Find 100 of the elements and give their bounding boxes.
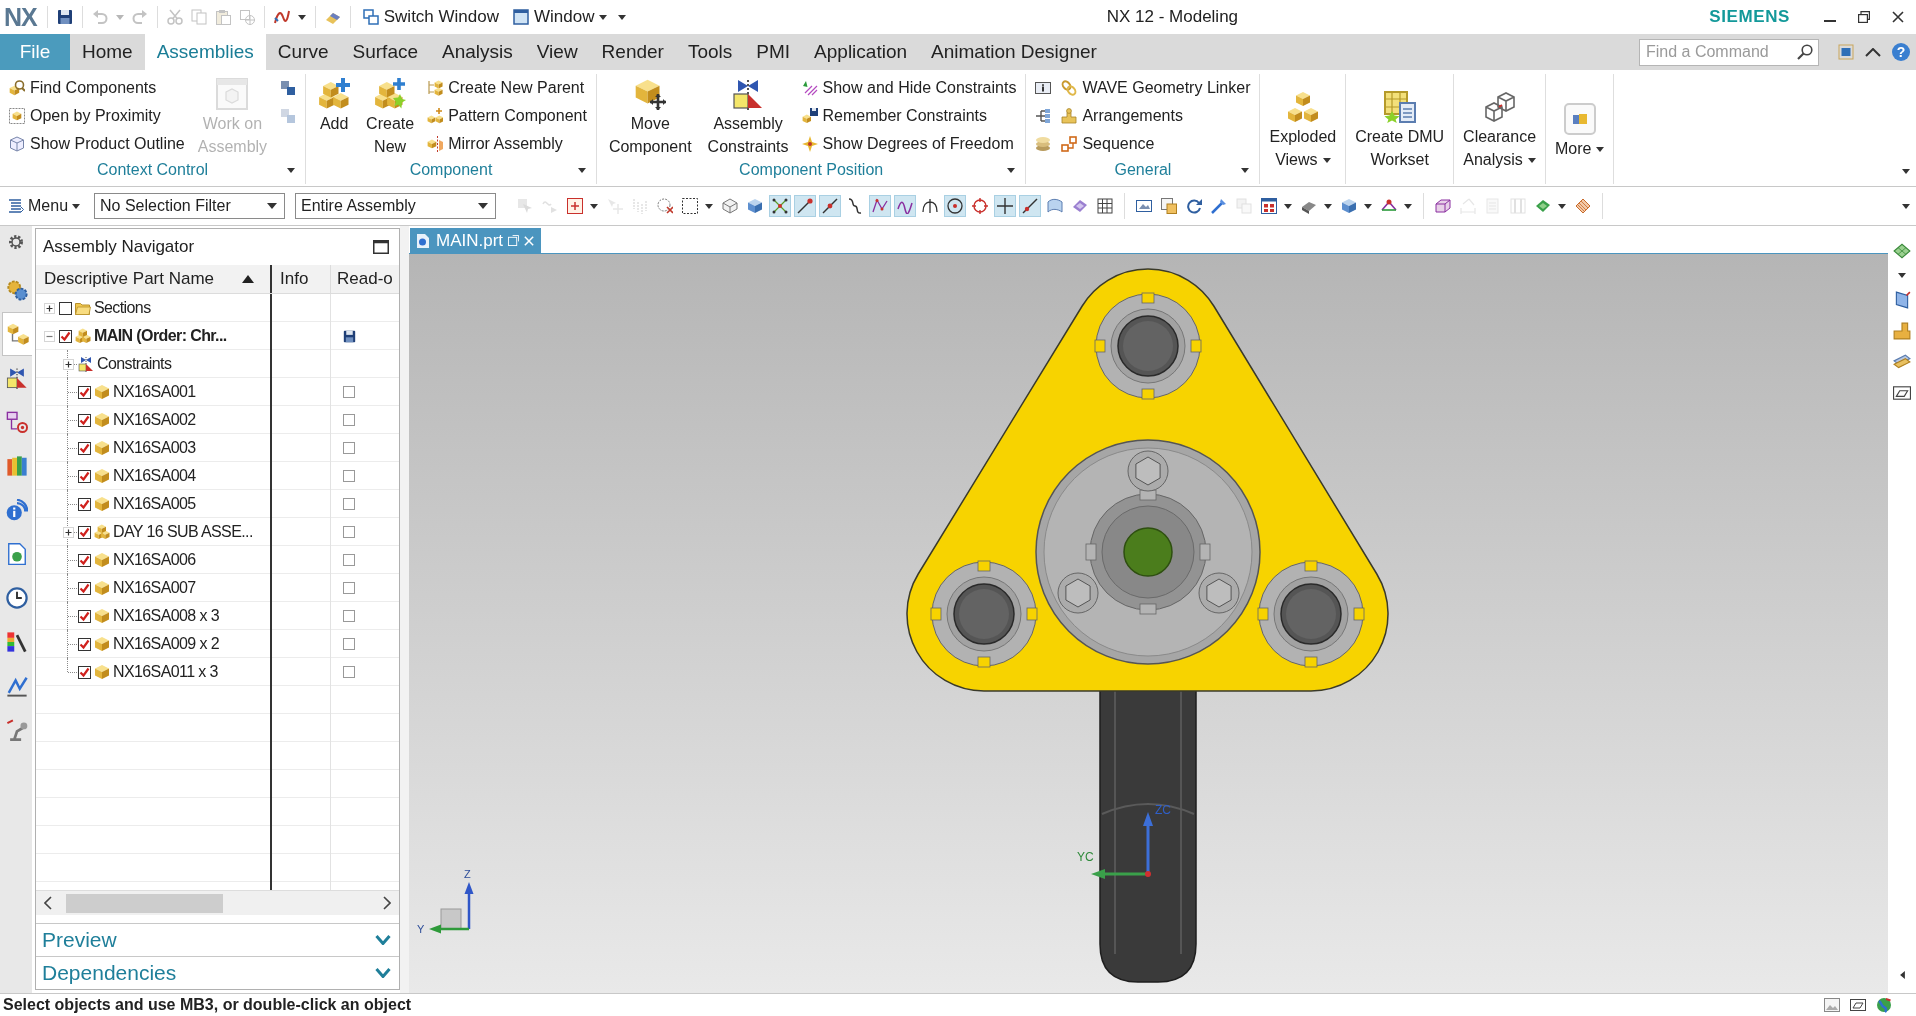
scroll-thumb[interactable] [66, 893, 223, 913]
reuse-arrow-icon[interactable] [6, 675, 28, 697]
tree-item[interactable]: Constraints [36, 350, 270, 378]
ribbon-tab[interactable]: Tools [675, 34, 745, 70]
caret-icon[interactable] [1902, 169, 1910, 174]
plane-grid-icon[interactable] [1893, 242, 1911, 260]
ribbon-tab[interactable]: Analysis [430, 34, 525, 70]
tree-item[interactable]: DAY 16 SUB ASSE... [36, 518, 270, 546]
linked-squares-icon[interactable] [280, 80, 297, 96]
search-icon[interactable] [1797, 44, 1813, 60]
constraint-icon[interactable] [6, 367, 28, 389]
tree-item[interactable]: NX16SA007 [36, 574, 270, 602]
visibility-checkbox[interactable] [78, 385, 91, 399]
curve-icon[interactable] [847, 198, 864, 214]
ribbon-button[interactable]: Pattern Component [427, 102, 587, 130]
window-menu-button[interactable]: Window [510, 7, 611, 27]
visibility-checkbox[interactable] [59, 301, 72, 315]
ribbon-tab[interactable]: Animation Designer [919, 34, 1109, 70]
stacked-disks-icon[interactable] [1035, 136, 1052, 152]
ribbon-tab[interactable]: Assemblies [144, 34, 266, 70]
ribbon-large-button[interactable]: Create DMU Workset [1352, 87, 1448, 171]
ribbon-tab[interactable]: PMI [744, 34, 803, 70]
ribbon-large-button[interactable]: Create New [363, 74, 418, 158]
visibility-checkbox[interactable] [78, 553, 91, 567]
visibility-checkbox[interactable] [78, 637, 91, 651]
pen-curve-icon[interactable] [273, 9, 290, 25]
cube-outline-icon[interactable] [722, 198, 739, 214]
screen-outline-icon[interactable] [1893, 384, 1911, 402]
caret-icon[interactable] [577, 167, 586, 173]
visibility-checkbox[interactable] [78, 609, 91, 623]
pan-icon[interactable] [1211, 198, 1228, 214]
ribbon-large-button[interactable]: Clearance Analysis [1460, 87, 1540, 171]
ribbon-tab[interactable]: Curve [265, 34, 341, 70]
caret-icon[interactable] [705, 203, 714, 209]
ribbon-tab[interactable]: View [524, 34, 590, 70]
tree-item[interactable]: NX16SA008 x 3 [36, 602, 270, 630]
ribbon-window-icon[interactable] [1838, 44, 1854, 60]
expand-icon[interactable] [62, 358, 74, 370]
fit-view-icon[interactable] [1136, 198, 1153, 214]
visibility-checkbox[interactable] [78, 665, 91, 679]
ribbon-button[interactable]: WAVE Geometry Linker [1061, 74, 1251, 102]
part-tree-icon[interactable] [6, 411, 28, 433]
ribbon-large-button[interactable]: More [1552, 98, 1608, 160]
tree-item[interactable]: NX16SA003 [36, 434, 270, 462]
visibility-checkbox[interactable] [78, 581, 91, 595]
caret-icon[interactable] [1364, 203, 1373, 209]
surface-icon[interactable] [1047, 198, 1064, 214]
tree-item[interactable]: NX16SA001 [36, 378, 270, 406]
ribbon-large-button[interactable]: Move Component [605, 74, 695, 158]
chevron-right-icon[interactable] [383, 896, 391, 910]
visibility-checkbox[interactable] [78, 441, 91, 455]
command-search-field[interactable]: Find a Command [1639, 38, 1819, 66]
image-frame-icon[interactable] [1824, 997, 1840, 1013]
horizontal-scrollbar[interactable] [36, 890, 399, 915]
box-corner-icon[interactable] [1893, 322, 1911, 340]
help-button[interactable]: ? [1892, 43, 1910, 61]
visibility-checkbox[interactable] [78, 469, 91, 483]
caret-icon[interactable] [1324, 203, 1333, 209]
web-page-icon[interactable] [6, 543, 28, 565]
chevron-left-icon[interactable] [44, 896, 52, 910]
box-select-icon[interactable] [567, 198, 584, 214]
tree-item[interactable]: NX16SA002 [36, 406, 270, 434]
filter-dropdown[interactable]: No Selection Filter [94, 193, 286, 219]
visibility-checkbox[interactable] [78, 525, 91, 539]
hatched-block-icon[interactable] [1575, 198, 1592, 214]
quadrant-circle-icon[interactable] [972, 198, 989, 214]
shaded-cube-icon[interactable] [1341, 198, 1358, 214]
caret-icon[interactable] [297, 14, 306, 20]
expand-icon[interactable] [43, 302, 55, 314]
ribbon-button[interactable]: Create New Parent [427, 74, 587, 102]
shaded-cube-icon[interactable] [747, 198, 764, 214]
ribbon-button[interactable]: Open by Proximity [9, 102, 185, 130]
ribbon-tab[interactable]: Surface [340, 34, 430, 70]
ribbon-button[interactable]: Mirror Assembly [427, 130, 587, 158]
tree-item[interactable]: MAIN (Order: Chr... [36, 322, 270, 350]
column-header[interactable]: Read-o [331, 265, 399, 293]
rotate-icon[interactable] [1186, 198, 1203, 214]
clock-icon[interactable] [6, 587, 28, 609]
caret-icon[interactable] [1007, 167, 1016, 173]
column-header[interactable]: Info [272, 265, 331, 293]
resource-tab[interactable] [2, 312, 32, 356]
ribbon-button[interactable]: Show Degrees of Freedom [801, 130, 1017, 158]
ribbon-button[interactable]: Remember Constraints [801, 102, 1017, 130]
tree-item[interactable]: Sections [36, 294, 270, 322]
ribbon-button[interactable]: Sequence [1061, 130, 1251, 158]
gears-icon[interactable] [6, 279, 28, 301]
caret-icon[interactable] [1404, 203, 1413, 209]
section-plane-icon[interactable] [1893, 291, 1911, 309]
ribbon-tab[interactable]: Render [589, 34, 676, 70]
caret-icon[interactable] [1898, 273, 1906, 278]
caret-icon[interactable] [287, 167, 296, 173]
caret-icon[interactable] [618, 14, 627, 20]
visibility-checkbox[interactable] [59, 329, 72, 343]
tree-item[interactable]: NX16SA005 [36, 490, 270, 518]
tree-item[interactable]: NX16SA009 x 2 [36, 630, 270, 658]
block-shape-icon[interactable] [1435, 198, 1452, 214]
collapsible-panel-header[interactable]: Preview [36, 923, 399, 956]
window-menu-button[interactable]: Switch Window [359, 7, 502, 27]
globe-icon[interactable] [1876, 997, 1892, 1013]
caret-icon[interactable] [1902, 203, 1910, 209]
